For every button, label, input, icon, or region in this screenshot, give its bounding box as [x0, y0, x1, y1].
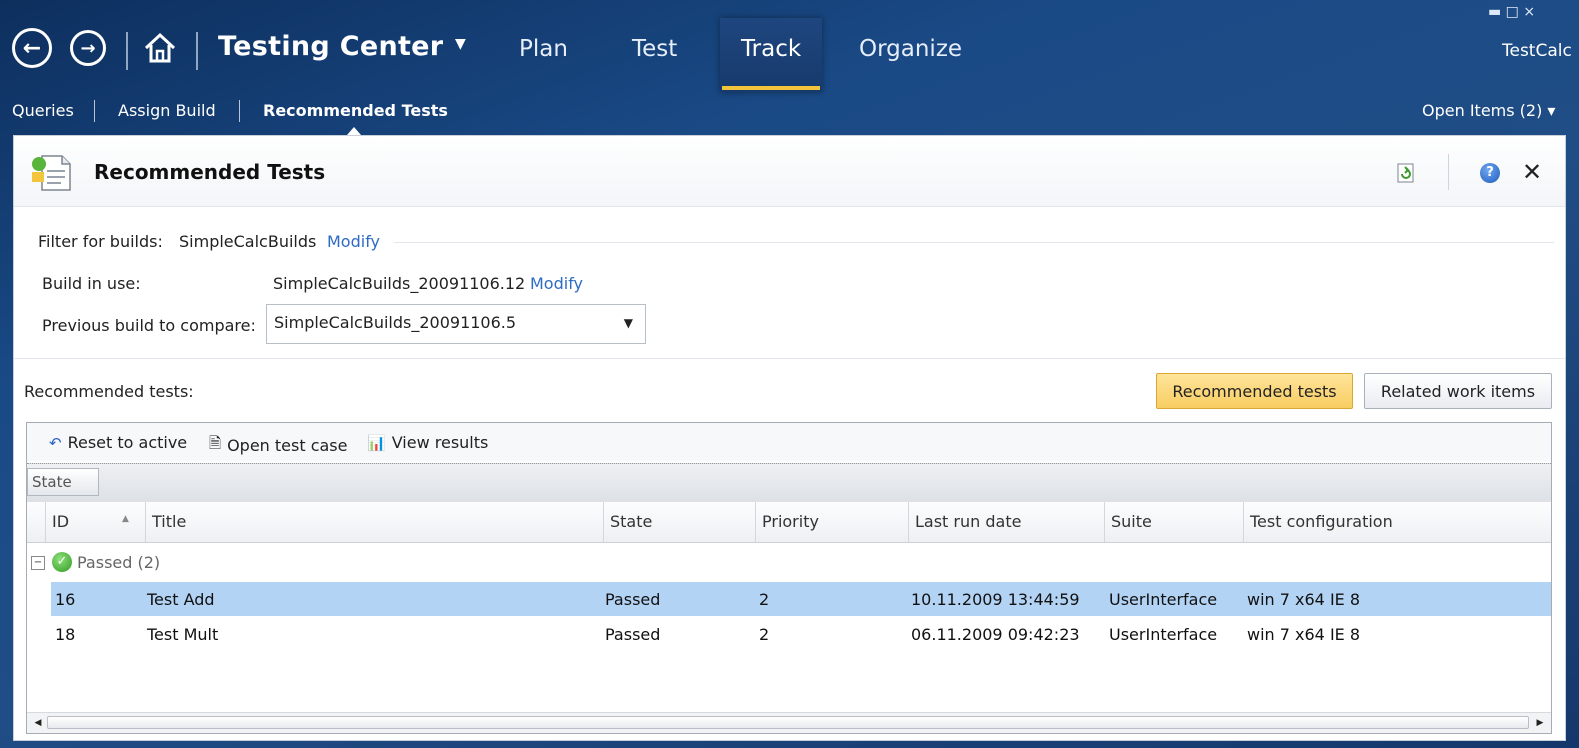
- close-icon[interactable]: ✕: [1522, 158, 1542, 186]
- arrow-left-icon[interactable]: ←: [12, 28, 52, 68]
- cell-priority: 2: [759, 590, 770, 609]
- group-by-area: State: [27, 463, 1551, 503]
- cell-priority: 2: [759, 625, 770, 644]
- cell-title: Test Add: [147, 590, 215, 609]
- column-header-row: ID ▲ Title State Priority Last run date S…: [27, 502, 1551, 543]
- recommended-tests-panel: Recommended Tests ? ✕ Filter for builds:…: [13, 135, 1566, 741]
- recommended-tests-button[interactable]: Recommended tests: [1156, 373, 1353, 409]
- cell-state: Passed: [605, 590, 661, 609]
- sub-navigation-bar: [0, 92, 1579, 134]
- group-row-passed[interactable]: − ✓ Passed (2): [27, 543, 1551, 581]
- column-header-title[interactable]: Title: [145, 502, 603, 542]
- scroll-right-icon[interactable]: ▶: [1531, 715, 1549, 731]
- subnav-separator: [239, 100, 240, 122]
- document-icon: [28, 150, 76, 194]
- column-label: ID: [52, 512, 70, 531]
- recommended-tests-label: Recommended tests:: [24, 382, 194, 401]
- arrow-right-icon[interactable]: →: [70, 30, 106, 66]
- scrollbar-thumb[interactable]: [47, 716, 1529, 729]
- compare-build-select[interactable]: SimpleCalcBuilds_20091106.5 ▼: [266, 304, 646, 344]
- column-header-priority[interactable]: Priority: [755, 502, 908, 542]
- subnav-recommended-tests[interactable]: Recommended Tests: [263, 101, 448, 120]
- filter-value: SimpleCalcBuilds: [179, 232, 317, 251]
- cell-id: 18: [55, 625, 76, 644]
- reset-to-active-button[interactable]: ↶ Reset to active: [49, 433, 187, 452]
- group-label: Passed (2): [77, 553, 161, 572]
- tab-plan[interactable]: Plan: [519, 36, 568, 62]
- panel-title: Recommended Tests: [94, 160, 326, 184]
- scroll-left-icon[interactable]: ◀: [29, 715, 47, 731]
- active-tab-underline: [722, 86, 820, 90]
- home-icon[interactable]: [142, 30, 178, 66]
- filter-modify-link[interactable]: Modify: [327, 232, 380, 251]
- header-separator: [1448, 154, 1449, 190]
- subnav-assign-build[interactable]: Assign Build: [118, 101, 216, 120]
- tab-track[interactable]: Track: [741, 36, 801, 62]
- subnav-queries[interactable]: Queries: [12, 101, 74, 120]
- related-work-items-button[interactable]: Related work items: [1364, 373, 1552, 409]
- column-header-last-run-date[interactable]: Last run date: [908, 502, 1104, 542]
- build-in-use-label: Build in use:: [42, 274, 141, 293]
- cell-last-run-date: 06.11.2009 09:42:23: [911, 625, 1080, 644]
- refresh-icon[interactable]: [1396, 163, 1416, 183]
- results-icon: 📊: [367, 433, 386, 452]
- app-title: Testing Center: [218, 31, 444, 62]
- sort-ascending-icon: ▲: [122, 514, 129, 524]
- top-navigation-bar: ← → Testing Center ▼ Plan Test Track Org…: [0, 0, 1579, 92]
- column-header-suite[interactable]: Suite: [1104, 502, 1243, 542]
- filter-label: Filter for builds:: [38, 232, 163, 251]
- tests-grid: ↶ Reset to active 🗎 Open test case 📊 View r…: [26, 422, 1552, 734]
- filter-divider: [394, 242, 1554, 243]
- cell-suite: UserInterface: [1109, 625, 1218, 644]
- undo-icon: ↶: [49, 433, 62, 452]
- view-results-button[interactable]: 📊 View results: [367, 433, 488, 452]
- open-label: Open test case: [227, 436, 348, 455]
- cell-suite: UserInterface: [1109, 590, 1218, 609]
- table-row[interactable]: 16 Test Add Passed 2 10.11.2009 13:44:59…: [51, 582, 1551, 616]
- cell-title: Test Mult: [147, 625, 219, 644]
- compare-build-value: SimpleCalcBuilds_20091106.5: [274, 313, 517, 332]
- compare-build-label: Previous build to compare:: [42, 316, 256, 335]
- cell-test-configuration: win 7 x64 IE 8: [1247, 625, 1361, 644]
- view-label: View results: [391, 433, 489, 452]
- open-test-case-button[interactable]: 🗎 Open test case: [209, 433, 347, 458]
- check-circle-icon: ✓: [52, 552, 72, 572]
- nav-separator: [126, 32, 128, 70]
- reset-label: Reset to active: [67, 433, 188, 452]
- user-name[interactable]: TestCalc: [1502, 41, 1572, 61]
- collapse-icon[interactable]: −: [31, 556, 45, 570]
- document-icon: 🗎: [209, 434, 222, 452]
- panel-header: Recommended Tests ? ✕: [14, 136, 1565, 207]
- help-icon[interactable]: ?: [1480, 163, 1500, 183]
- open-items-label: Open Items (2): [1422, 101, 1543, 120]
- table-row[interactable]: 18 Test Mult Passed 2 06.11.2009 09:42:2…: [51, 617, 1551, 651]
- tab-test[interactable]: Test: [632, 36, 677, 62]
- build-in-use-value: SimpleCalcBuilds_20091106.12: [273, 274, 526, 293]
- grid-toolbar: ↶ Reset to active 🗎 Open test case 📊 View r…: [27, 423, 1551, 461]
- tab-organize[interactable]: Organize: [859, 36, 962, 62]
- column-header-test-configuration[interactable]: Test configuration: [1243, 502, 1549, 542]
- cell-test-configuration: win 7 x64 IE 8: [1247, 590, 1361, 609]
- horizontal-scrollbar[interactable]: ◀ ▶: [27, 712, 1551, 733]
- chevron-down-icon[interactable]: ▼: [624, 316, 633, 330]
- cell-id: 16: [55, 590, 76, 609]
- group-by-state-chip[interactable]: State: [27, 468, 99, 496]
- build-modify-link[interactable]: Modify: [530, 274, 583, 293]
- subnav-active-indicator: [347, 127, 361, 135]
- column-header-state[interactable]: State: [603, 502, 755, 542]
- subnav-separator: [94, 100, 95, 122]
- open-items-dropdown[interactable]: Open Items (2) ▾: [1422, 101, 1555, 120]
- chevron-down-icon[interactable]: ▼: [455, 36, 466, 52]
- nav-separator: [196, 32, 198, 70]
- cell-last-run-date: 10.11.2009 13:44:59: [911, 590, 1080, 609]
- window-controls[interactable]: ▬ □ ×: [1488, 4, 1535, 20]
- column-header-id[interactable]: ID ▲: [45, 502, 145, 542]
- section-divider: [14, 358, 1565, 359]
- cell-state: Passed: [605, 625, 661, 644]
